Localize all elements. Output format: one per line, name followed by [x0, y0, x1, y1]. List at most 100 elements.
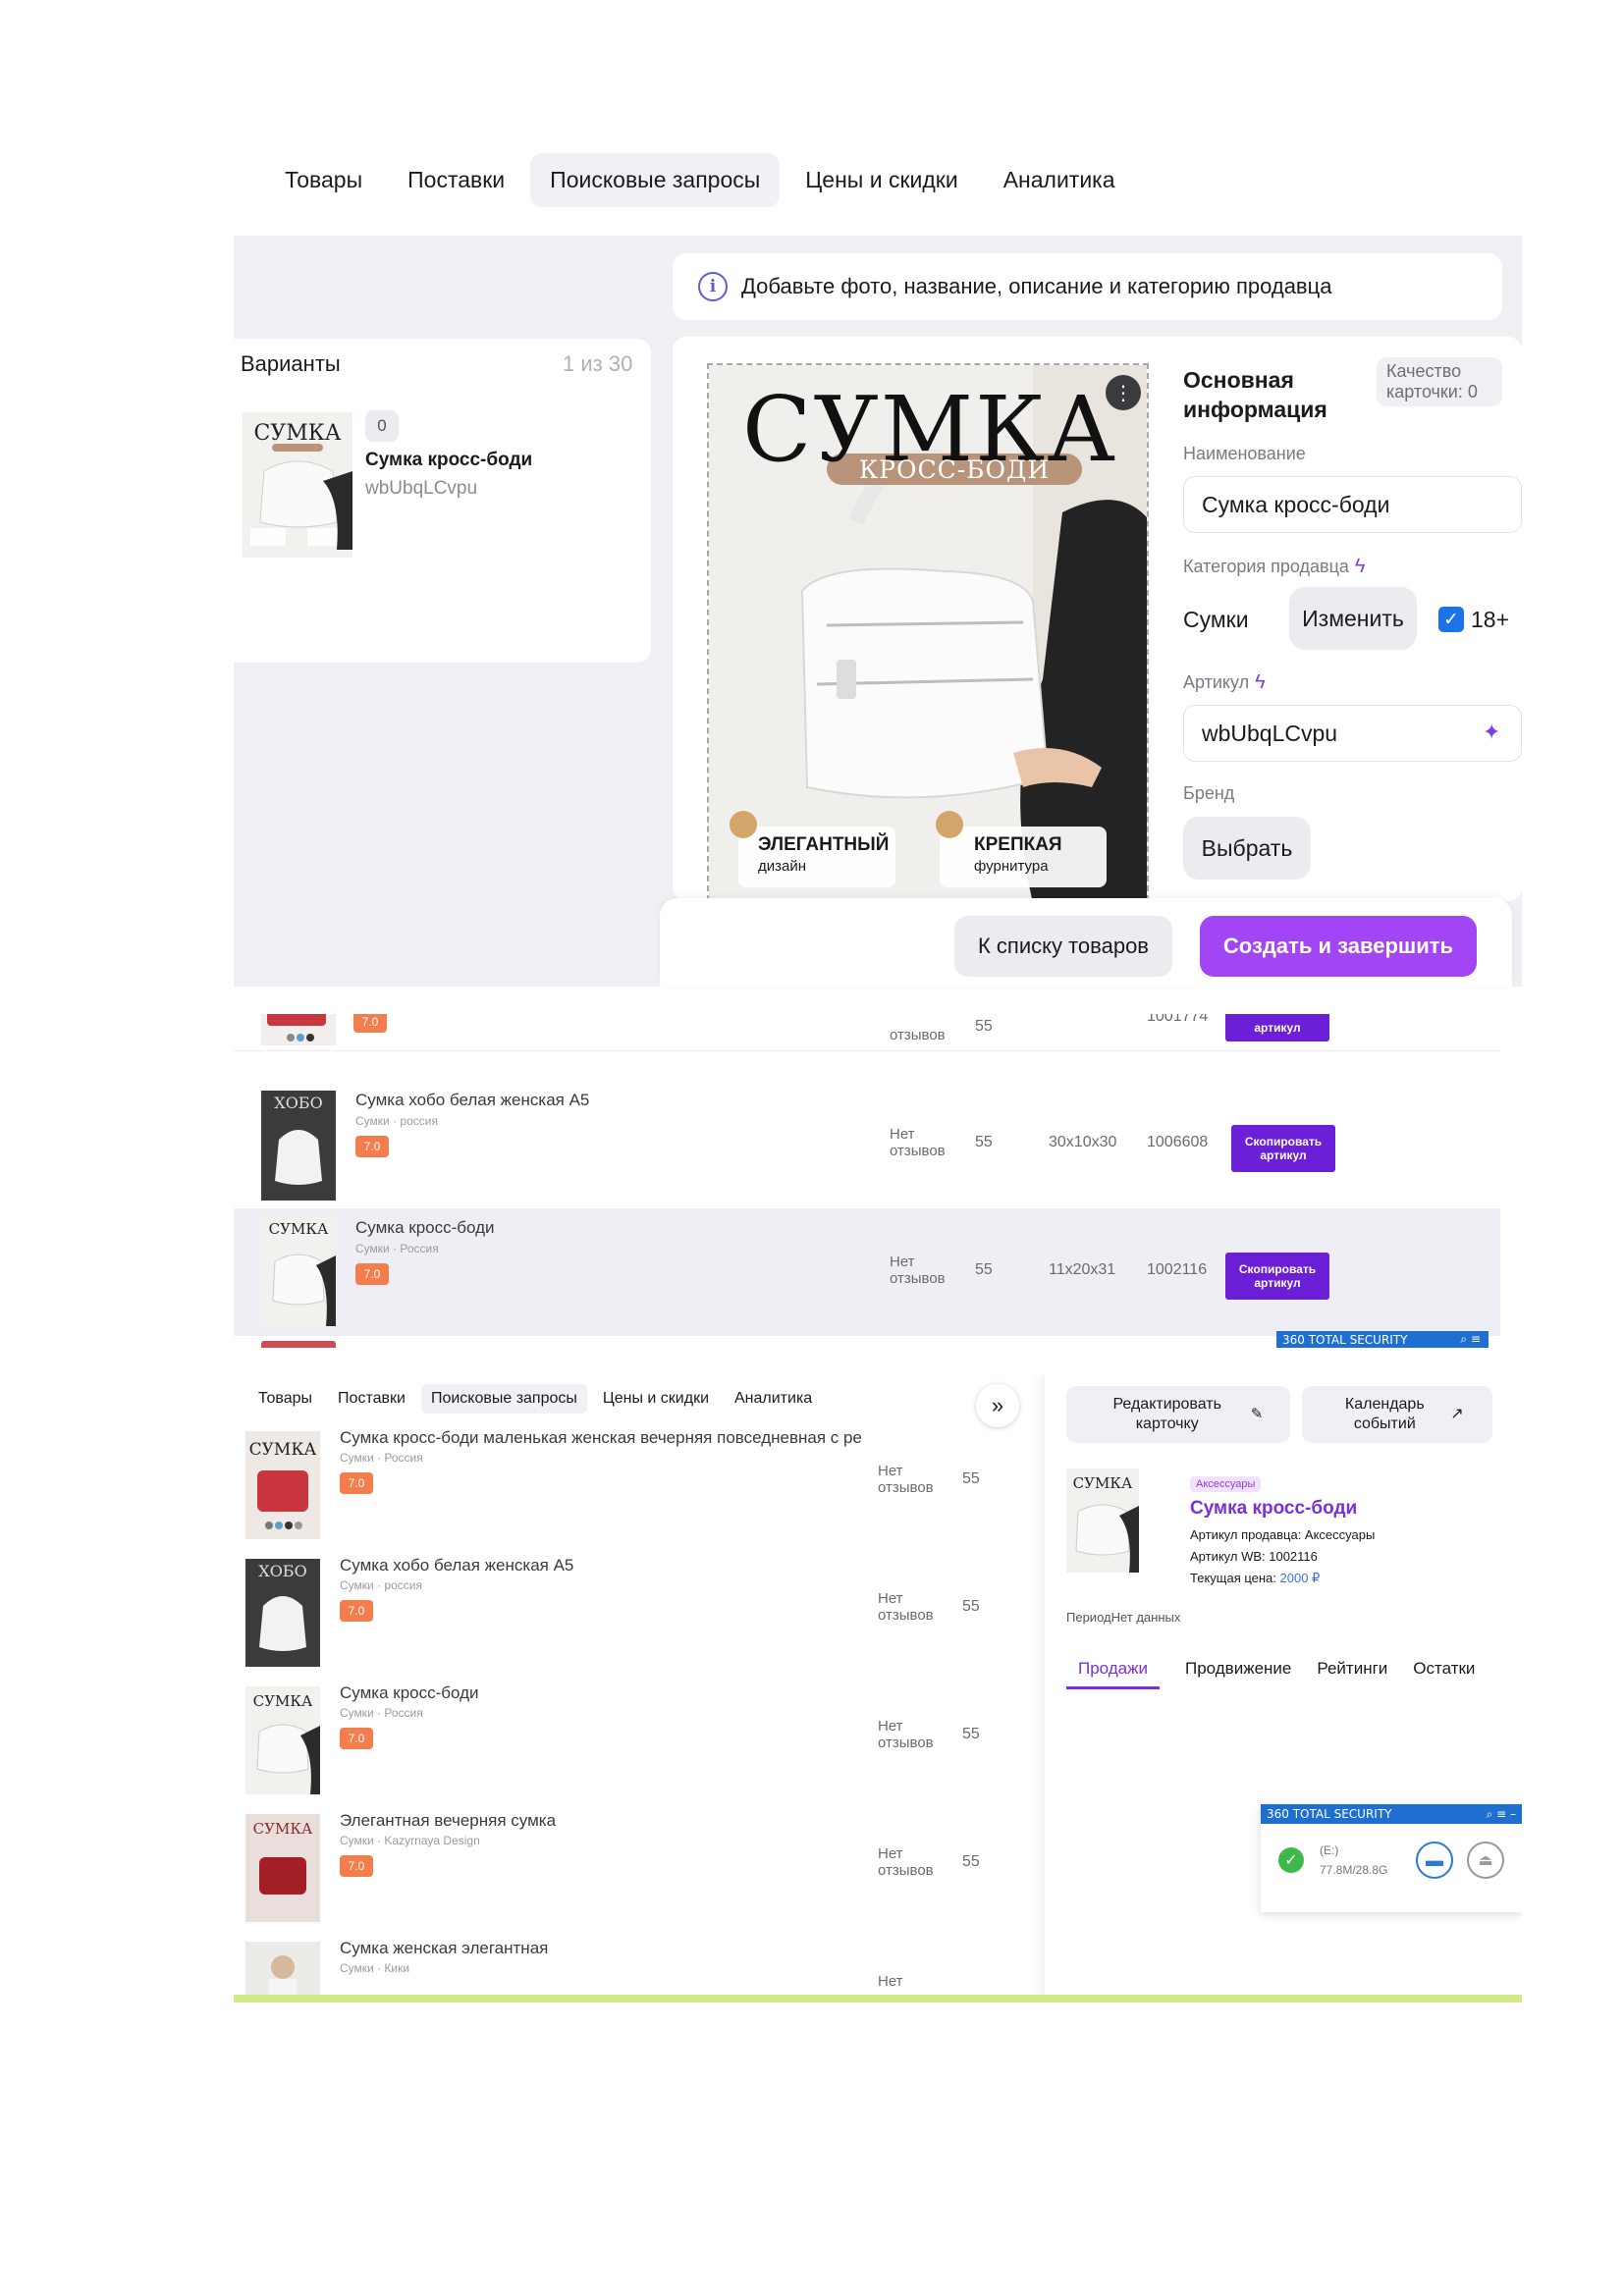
notice-banner: i Добавьте фото, название, описание и ка…: [673, 253, 1502, 320]
product-category: Сумки · Кики: [340, 1961, 410, 1975]
sku-input[interactable]: wbUbqLCvpu: [1183, 705, 1522, 762]
table-row[interactable]: 7.0 отзывов 55 1001774 артикул: [234, 1014, 1500, 1051]
basic-info-title: Основная информация: [1183, 367, 1327, 422]
product-photo[interactable]: СУМКА КРОСС-БОДИ ЭЛЕГАНТНЫЙ дизайн КРЕПК…: [707, 363, 1149, 901]
tab-search-queries[interactable]: Поисковые запросы: [420, 1384, 587, 1414]
adult-label: 18+: [1471, 607, 1510, 632]
name-input[interactable]: Сумка кросс-боди: [1183, 476, 1522, 533]
product-thumbnail: [245, 1942, 320, 1995]
copy-sku-button[interactable]: Скопировать артикул: [1225, 1253, 1329, 1300]
side-product-title[interactable]: Сумка кросс-боди: [1190, 1498, 1357, 1520]
period-text: ПериодНет данных: [1066, 1610, 1181, 1625]
tab-stock[interactable]: Остатки: [1413, 1659, 1475, 1689]
drive-size: 77.8M/28.8G: [1320, 1863, 1388, 1877]
tab-analytics[interactable]: Аналитика: [725, 1384, 822, 1414]
list-item[interactable]: СУМКА Сумка кросс-боди Сумки · Россия 7.…: [245, 1679, 1031, 1806]
table-row[interactable]: ХОБО Сумка хобо белая женская А5 Сумки ·…: [234, 1081, 1500, 1208]
reviews-text: отзывов: [890, 1027, 946, 1043]
variants-count: 1 из 30: [563, 351, 633, 376]
edit-card-button[interactable]: Редактировать карточку ✎: [1066, 1386, 1290, 1443]
size-text: 30х10х30: [1049, 1134, 1117, 1150]
photo-menu-icon[interactable]: ⋮: [1106, 375, 1141, 410]
table-row[interactable]: СУМКА Сумка кросс-боди Сумки · Россия 7.…: [234, 1208, 1500, 1336]
tab-products[interactable]: Товары: [265, 153, 382, 207]
size-text: 11х20х31: [1049, 1261, 1116, 1278]
price-value: 2000 ₽: [1279, 1571, 1321, 1585]
variants-title: Варианты: [241, 351, 341, 376]
variant-name[interactable]: Сумка кросс-боди: [365, 450, 532, 471]
product-thumbnail: СУМКА: [261, 1216, 336, 1326]
rating-badge: 7.0: [355, 1263, 389, 1285]
folder-icon[interactable]: ▬: [1416, 1842, 1453, 1879]
tab-ratings[interactable]: Рейтинги: [1317, 1659, 1387, 1689]
external-link-icon: ↗: [1450, 1406, 1464, 1422]
event-calendar-button[interactable]: Календарь событий ↗: [1302, 1386, 1492, 1443]
svg-text:СУМКА: СУМКА: [254, 421, 342, 446]
product-category: Сумки · Россия: [340, 1706, 423, 1720]
list-item[interactable]: СУМКА Сумка кросс-боди маленькая женская…: [245, 1423, 1031, 1551]
tab-analytics[interactable]: Аналитика: [984, 153, 1135, 207]
reviews-text: Нет отзывов: [890, 1254, 946, 1287]
tab-search-queries[interactable]: Поисковые запросы: [530, 152, 781, 207]
search-icon[interactable]: ⌕ ≡: [1460, 1332, 1481, 1347]
search-icon[interactable]: ⌕ ≡ –: [1487, 1807, 1516, 1822]
secondary-tabs: Товары Поставки Поисковые запросы Цены и…: [248, 1384, 822, 1414]
svg-text:СУМКА: СУМКА: [249, 1440, 317, 1460]
security-popup: 360 TOTAL SECURITY ⌕ ≡ – ✓ (E:) 77.8M/28…: [1261, 1804, 1522, 1912]
choose-brand-button[interactable]: Выбрать: [1183, 817, 1311, 880]
product-side-panel: Редактировать карточку ✎ Календарь событ…: [1045, 1374, 1522, 2002]
product-thumbnail: СУМКА: [1066, 1468, 1139, 1573]
card-quality-badge: Качество карточки: 0: [1377, 357, 1502, 406]
pencil-icon: ✎: [1250, 1406, 1264, 1422]
tab-prices[interactable]: Цены и скидки: [785, 153, 977, 207]
adult-checkbox[interactable]: ✓: [1438, 607, 1464, 632]
category-label-row: Категория продавца ϟ: [1183, 556, 1366, 578]
product-name[interactable]: Сумка хобо белая женская А5: [355, 1091, 589, 1110]
feature-2-sub: фурнитура: [974, 858, 1049, 875]
bolt-icon: ϟ: [1354, 556, 1366, 577]
product-name[interactable]: Сумка кросс-боди маленькая женская вечер…: [340, 1428, 862, 1448]
list-item[interactable]: Сумка женская элегантная Сумки · Кики Не…: [245, 1934, 1031, 1995]
info-icon: i: [698, 272, 728, 301]
product-name[interactable]: Сумка хобо белая женская А5: [340, 1556, 573, 1575]
reviews-text: Нет: [878, 1973, 903, 1990]
list-item[interactable]: СУМКА Элегантная вечерняя сумка Сумки · …: [245, 1806, 1031, 1934]
product-name[interactable]: Сумка женская элегантная: [340, 1939, 548, 1958]
photo-subtitle: КРОСС-БОДИ: [858, 455, 1051, 484]
notice-text: Добавьте фото, название, описание и кате…: [741, 274, 1332, 298]
product-name[interactable]: Сумка кросс-боди: [340, 1683, 479, 1703]
create-and-finish-button[interactable]: Создать и завершить: [1200, 916, 1477, 977]
product-thumbnail: ХОБО: [245, 1559, 320, 1667]
security-label: 360 TOTAL SECURITY: [1282, 1332, 1408, 1347]
tab-products[interactable]: Товары: [248, 1384, 322, 1414]
count-text: 55: [975, 1018, 993, 1035]
reviews-text: Нет отзывов: [878, 1590, 934, 1624]
products-table-snippet: 7.0 отзывов 55 1001774 артикул ХОБО Сумк…: [234, 1014, 1522, 1348]
copy-sku-button[interactable]: артикул: [1225, 1014, 1329, 1041]
tab-supplies[interactable]: Поставки: [388, 153, 524, 207]
product-name[interactable]: Сумка кросс-боди: [355, 1218, 495, 1238]
list-item[interactable]: ХОБО Сумка хобо белая женская А5 Сумки ·…: [245, 1551, 1031, 1679]
change-category-button[interactable]: Изменить: [1289, 587, 1417, 650]
product-category: Сумки · Россия: [340, 1451, 423, 1465]
product-thumbnail: [261, 1014, 336, 1045]
magic-wand-icon[interactable]: ✦: [1483, 720, 1500, 745]
reviews-text: Нет отзывов: [878, 1718, 934, 1751]
tab-promotion[interactable]: Продвижение: [1185, 1659, 1291, 1689]
sku-label: Артикул: [1183, 672, 1250, 692]
variant-thumbnail[interactable]: СУМКА: [243, 412, 352, 558]
tab-supplies[interactable]: Поставки: [328, 1384, 415, 1414]
tab-prices[interactable]: Цены и скидки: [593, 1384, 719, 1414]
back-to-list-button[interactable]: К списку товаров: [954, 916, 1172, 977]
wb-sku: Артикул WB: 1002116: [1190, 1549, 1318, 1564]
sku-label-row: Артикул ϟ: [1183, 671, 1266, 694]
product-name[interactable]: Элегантная вечерняя сумка: [340, 1811, 556, 1831]
copy-sku-button[interactable]: Скопировать артикул: [1231, 1125, 1335, 1172]
eject-icon[interactable]: ⏏: [1467, 1842, 1504, 1879]
tab-sales[interactable]: Продажи: [1066, 1659, 1160, 1689]
expand-panel-icon[interactable]: »: [976, 1384, 1019, 1427]
product-id: 1006608: [1147, 1134, 1209, 1150]
event-calendar-label: Календарь событий: [1344, 1396, 1425, 1432]
name-label: Наименование: [1183, 444, 1306, 463]
product-id: 1002116: [1147, 1261, 1208, 1278]
